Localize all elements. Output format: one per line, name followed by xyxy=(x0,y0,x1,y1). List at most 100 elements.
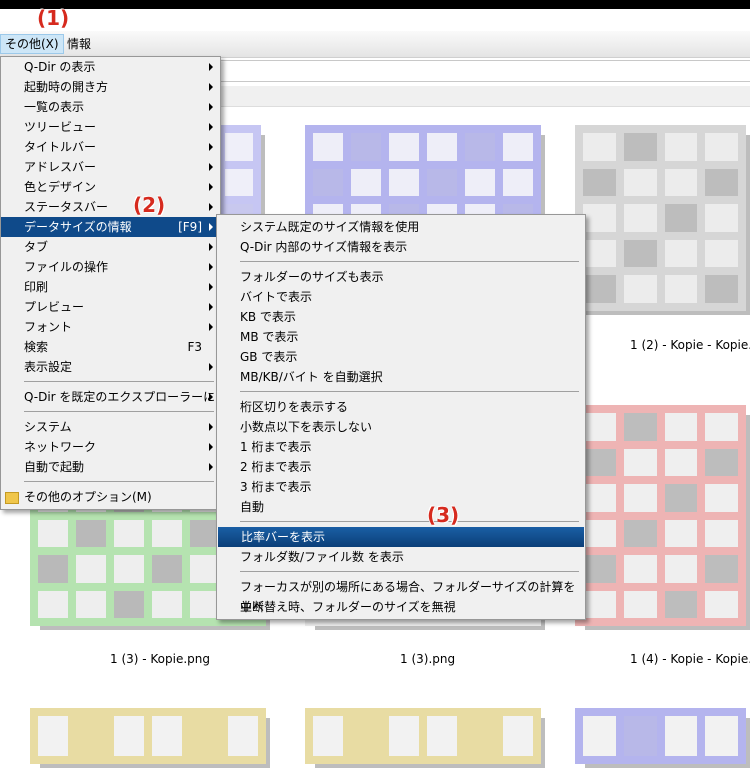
menu-item-label: 小数点以下を表示しない xyxy=(240,420,373,434)
thumbnail[interactable] xyxy=(575,708,750,768)
menu-item[interactable]: 印刷 xyxy=(1,277,220,297)
thumbnail-grid-cell xyxy=(623,716,657,756)
menu-item[interactable]: アドレスバー xyxy=(1,157,220,177)
menu-item-label: 起動時の開き方 xyxy=(24,80,109,94)
thumbnail-filename: 1 (3).png xyxy=(400,652,456,666)
thumbnail-grid-cell xyxy=(623,519,657,547)
thumbnail-grid-cell xyxy=(705,275,738,303)
address-bar[interactable] xyxy=(220,60,750,82)
menu-item[interactable]: タブ xyxy=(1,237,220,257)
thumbnail[interactable] xyxy=(305,708,545,768)
submenu-arrow-icon xyxy=(209,183,213,191)
thumbnail-grid-cell xyxy=(152,716,182,756)
thumbnail-grid-cell xyxy=(623,239,657,268)
menu-item[interactable]: ファイルの操作 xyxy=(1,257,220,277)
menu-item-label: フォルダ数/ファイル数 を表示 xyxy=(240,550,404,564)
menu-separator xyxy=(24,481,214,482)
thumbnail-grid-cell xyxy=(623,133,657,161)
menu-info[interactable]: 情報 xyxy=(63,35,95,53)
menu-item[interactable]: 一覧の表示 xyxy=(1,97,220,117)
menu-item[interactable]: データサイズの情報 [F9] xyxy=(1,217,220,237)
menu-item-label: ネットワーク xyxy=(24,440,97,454)
thumbnail-grid-cell xyxy=(623,168,657,197)
thumbnail-grid-image xyxy=(575,708,746,764)
menu-item[interactable]: システム xyxy=(1,417,220,437)
menu-separator xyxy=(240,261,579,262)
thumbnail-grid-cell xyxy=(38,716,68,756)
thumbnail-grid-cell xyxy=(389,133,419,161)
thumbnail-grid-cell xyxy=(664,555,698,583)
thumbnail-grid-cell xyxy=(114,519,144,547)
submenu-arrow-icon xyxy=(209,443,213,451)
menu-item[interactable]: 2 桁まで表示 xyxy=(217,457,585,477)
submenu-arrow-icon xyxy=(209,103,213,111)
menu-item[interactable]: 桁区切りを表示する xyxy=(217,397,585,417)
menu-item-label: 印刷 xyxy=(24,280,49,294)
menu-item[interactable]: 比率バーを表示 xyxy=(218,527,584,547)
menu-item[interactable]: GB で表示 xyxy=(217,347,585,367)
menu-item-label: 検索 xyxy=(24,340,49,354)
submenu-arrow-icon xyxy=(209,463,213,471)
thumbnail-grid-cell xyxy=(503,716,533,756)
menu-item[interactable]: フォルダ数/ファイル数 を表示 xyxy=(217,547,585,567)
menu-item[interactable]: 自動 xyxy=(217,497,585,517)
thumbnail[interactable] xyxy=(575,125,750,315)
menu-item[interactable]: KB で表示 xyxy=(217,307,585,327)
submenu-arrow-icon xyxy=(209,423,213,431)
submenu-arrow-icon xyxy=(209,303,213,311)
menu-item-label: Q-Dir を既定のエクスプローラーに xyxy=(24,390,216,404)
submenu-arrow-icon xyxy=(209,263,213,271)
thumbnail-grid-cell xyxy=(583,519,616,547)
menu-item[interactable]: MB/KB/バイト を自動選択 xyxy=(217,367,585,387)
thumbnail-grid-cell xyxy=(623,484,657,512)
thumbnail-grid-cell xyxy=(583,239,616,268)
menu-item-shortcut: [F9] xyxy=(178,220,202,234)
menu-item[interactable]: フォント xyxy=(1,317,220,337)
menu-item-shortcut: F3 xyxy=(187,340,202,354)
menu-item[interactable]: 色とデザイン xyxy=(1,177,220,197)
menu-item[interactable]: プレビュー xyxy=(1,297,220,317)
menu-item[interactable]: その他のオプション(M) xyxy=(1,487,220,507)
toolbar-strip xyxy=(220,86,750,107)
menu-item[interactable]: ツリービュー xyxy=(1,117,220,137)
submenu-arrow-icon xyxy=(209,63,213,71)
menu-item[interactable]: MB で表示 xyxy=(217,327,585,347)
thumbnail-grid-cell xyxy=(705,484,738,512)
thumbnail-grid-image xyxy=(30,708,266,764)
menu-separator xyxy=(24,381,214,382)
menu-item-label: バイトで表示 xyxy=(240,290,313,304)
menu-item[interactable]: 検索 F3 xyxy=(1,337,220,357)
menu-item[interactable]: フォルダーのサイズも表示 xyxy=(217,267,585,287)
window-top-edge xyxy=(0,0,750,9)
menu-item[interactable]: 自動で起動 xyxy=(1,457,220,477)
menu-item[interactable]: フォーカスが別の場所にある場合、フォルダーサイズの計算を中断 xyxy=(217,577,585,614)
menu-item[interactable]: 起動時の開き方 xyxy=(1,77,220,97)
menu-item[interactable]: Q-Dir 内部のサイズ情報を表示 xyxy=(217,237,585,257)
thumbnail[interactable] xyxy=(575,405,750,630)
menu-item[interactable]: 3 桁まで表示 xyxy=(217,477,585,497)
thumbnail-grid-cell xyxy=(623,590,657,618)
menu-item[interactable]: 小数点以下を表示しない xyxy=(217,417,585,437)
other-menu-dropdown: Q-Dir の表示起動時の開き方一覧の表示 ツリービュー タイトルバー アドレスバー色… xyxy=(0,56,221,510)
menu-item[interactable]: Q-Dir の表示 xyxy=(1,57,220,77)
thumbnail-grid-cell xyxy=(664,168,698,197)
thumbnail-grid-cell xyxy=(623,413,657,441)
menu-item[interactable]: ネットワーク xyxy=(1,437,220,457)
menu-item[interactable]: 1 桁まで表示 xyxy=(217,437,585,457)
menu-other[interactable]: その他(X) xyxy=(0,34,64,54)
thumbnail-grid-cell xyxy=(225,168,253,197)
thumbnail-grid-cell xyxy=(583,413,616,441)
menu-item[interactable]: タイトルバー xyxy=(1,137,220,157)
menu-separator xyxy=(240,521,579,522)
menu-item-label: Q-Dir 内部のサイズ情報を表示 xyxy=(240,240,408,254)
menu-item[interactable]: 並べ替え時、フォルダーのサイズを無視 xyxy=(217,597,585,617)
thumbnail-grid-cell xyxy=(427,716,457,756)
thumbnail-grid-cell xyxy=(705,133,738,161)
thumbnail[interactable] xyxy=(30,708,270,768)
menu-item[interactable]: Q-Dir を既定のエクスプローラーに xyxy=(1,387,220,407)
menu-item[interactable]: システム既定のサイズ情報を使用 xyxy=(217,217,585,237)
menu-item[interactable]: 表示設定 xyxy=(1,357,220,377)
submenu-arrow-icon xyxy=(209,283,213,291)
menu-item[interactable]: バイトで表示 xyxy=(217,287,585,307)
menu-item[interactable]: ステータスバー xyxy=(1,197,220,217)
